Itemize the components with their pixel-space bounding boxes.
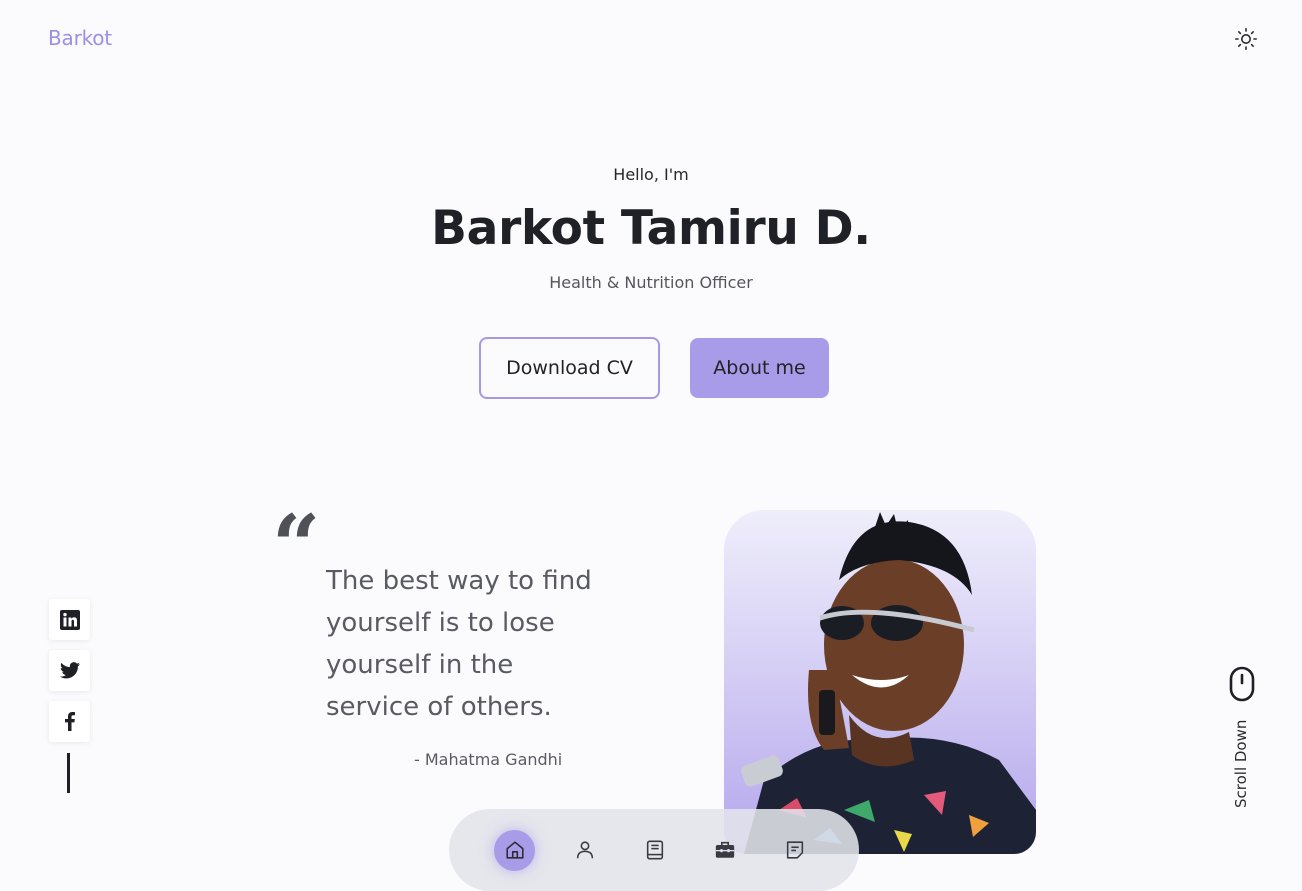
briefcase-icon [715,841,734,858]
quote-author: - Mahatma Gandhi [414,750,563,769]
nav-item-portfolio[interactable] [704,830,745,871]
profile-photo-illustration [741,512,1036,854]
bottom-nav [449,809,859,891]
nav-item-contact[interactable] [774,830,815,871]
mouse-icon [1229,666,1255,702]
sun-icon [1234,27,1258,51]
nav-item-resume[interactable] [634,830,675,871]
social-divider-line [67,753,70,793]
book-icon [646,840,663,860]
hero-name: Barkot Tamiru D. [431,201,871,256]
nav-item-home[interactable] [494,829,535,871]
linkedin-icon [59,609,80,630]
facebook-icon [64,712,75,731]
scroll-down-label: Scroll Down [1232,719,1250,808]
profile-photo [724,510,1036,854]
logo[interactable]: Barkot [48,26,112,50]
user-icon [576,841,593,859]
quote-text: The best way to find yourself is to lose… [326,566,592,722]
hero-greeting: Hello, I'm [613,165,689,184]
download-cv-button[interactable]: Download CV [479,337,660,399]
message-icon [786,841,803,859]
linkedin-link[interactable] [49,599,90,640]
hero-role: Health & Nutrition Officer [549,273,753,292]
twitter-link[interactable] [49,650,90,691]
twitter-icon [59,662,80,679]
quote-mark: “ [272,496,321,595]
theme-toggle-button[interactable] [1232,25,1260,53]
home-icon [505,841,524,859]
nav-item-about[interactable] [564,830,605,871]
facebook-link[interactable] [49,701,90,742]
about-me-button[interactable]: About me [690,338,829,398]
